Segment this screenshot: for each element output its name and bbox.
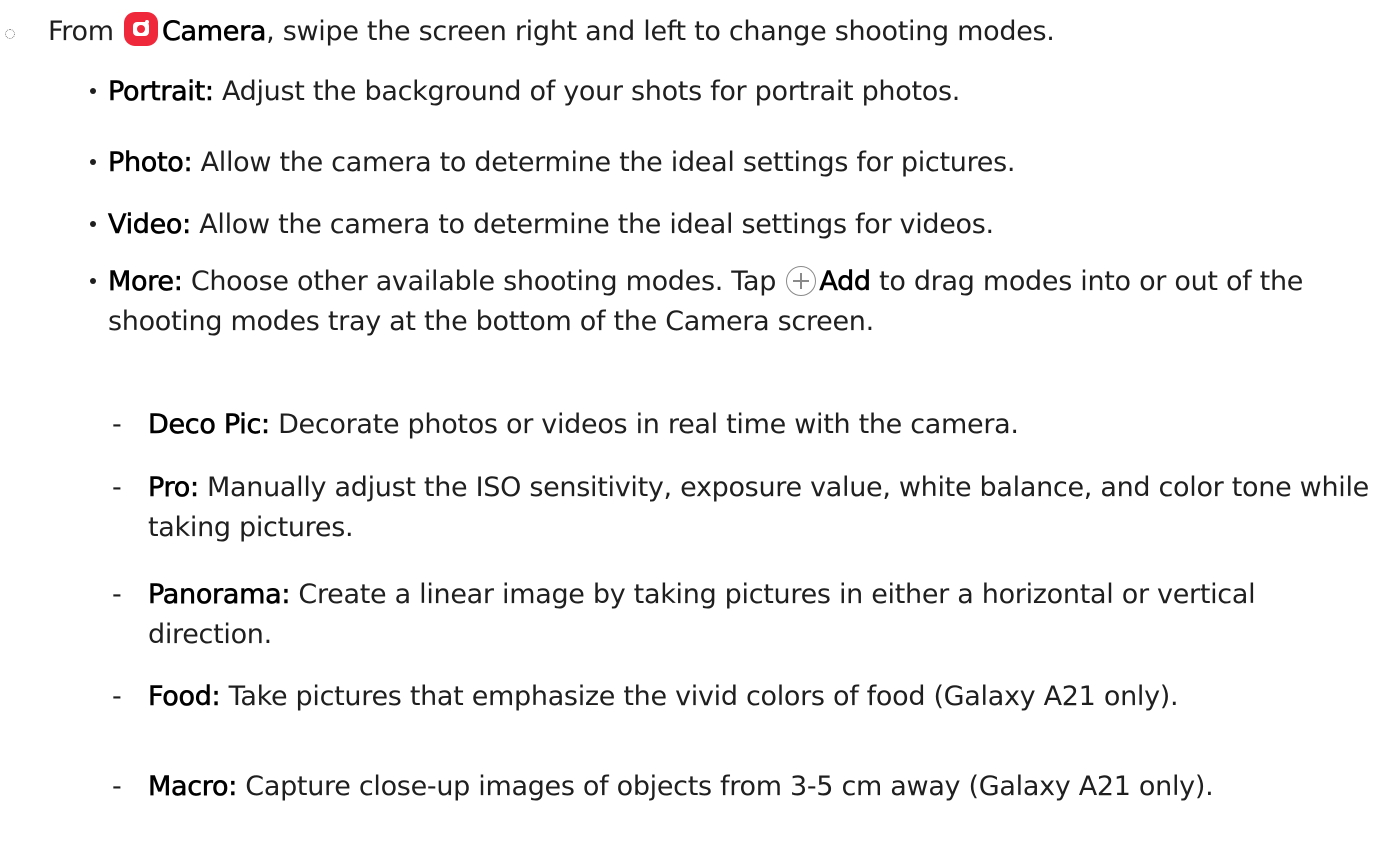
separator: : [260,409,271,441]
mode-description: Capture close-up images of objects from … [237,771,1214,802]
sub-mode-deco-pic: - Deco Pic: Decorate photos or videos in… [112,405,1383,445]
separator: : [281,579,291,611]
bullet-icon [90,278,96,284]
separator: : [182,209,192,241]
mode-name: Deco Pic [148,409,262,441]
mode-name: Video [108,209,183,241]
mode-name: More [108,266,175,298]
mode-name: Panorama [148,579,282,611]
dash-marker: - [112,579,122,610]
mode-item-photo: Photo: Allow the camera to determine the… [90,143,1378,183]
separator: : [183,147,193,179]
intro-suffix: , swipe the screen right and left to cha… [266,16,1055,47]
camera-app-icon [124,12,158,46]
mode-name: Macro [148,771,229,803]
sub-mode-panorama: - Panorama: Create a linear image by tak… [112,575,1383,655]
mode-name: Portrait [108,76,206,108]
separator: : [173,266,183,298]
mode-description: Adjust the background of your shots for … [213,76,961,107]
dotted-circle-icon [5,29,15,39]
mode-description: Allow the camera to determine the ideal … [190,209,994,240]
bullet-icon [90,88,96,94]
mode-name: Pro [148,472,191,504]
bullet-icon [90,221,96,227]
mode-description: Create a linear image by taking pictures… [148,579,1256,650]
dash-marker: - [112,409,122,440]
sub-mode-food: - Food: Take pictures that emphasize the… [112,677,1383,717]
mode-item-more: More: Choose other available shooting mo… [90,262,1378,342]
mode-description: Manually adjust the ISO sensitivity, exp… [148,472,1369,543]
sub-mode-pro: - Pro: Manually adjust the ISO sensitivi… [112,468,1383,548]
mode-item-video: Video: Allow the camera to determine the… [90,205,1378,245]
intro-line: From Camera, swipe the screen right and … [48,12,1055,52]
bullet-icon [90,159,96,165]
dash-marker: - [112,681,122,712]
mode-description: Take pictures that emphasize the vivid c… [220,681,1179,712]
mode-description: Allow the camera to determine the ideal … [192,147,1016,178]
camera-app-name: Camera [162,16,267,48]
sub-mode-macro: - Macro: Capture close-up images of obje… [112,767,1383,807]
mode-description-before: Choose other available shooting modes. T… [182,266,777,297]
mode-description: Decorate photos or videos in real time w… [269,409,1019,440]
intro-prefix: From [48,16,114,47]
plus-circle-icon [786,266,817,296]
separator: : [228,771,238,803]
dash-marker: - [112,771,122,802]
add-label: Add [819,266,871,298]
separator: : [204,76,215,108]
mode-item-portrait: Portrait: Adjust the background of your … [90,72,1378,112]
separator: : [189,472,200,504]
mode-name: Food [148,681,212,713]
mode-name: Photo [108,147,184,179]
dash-marker: - [112,472,122,503]
